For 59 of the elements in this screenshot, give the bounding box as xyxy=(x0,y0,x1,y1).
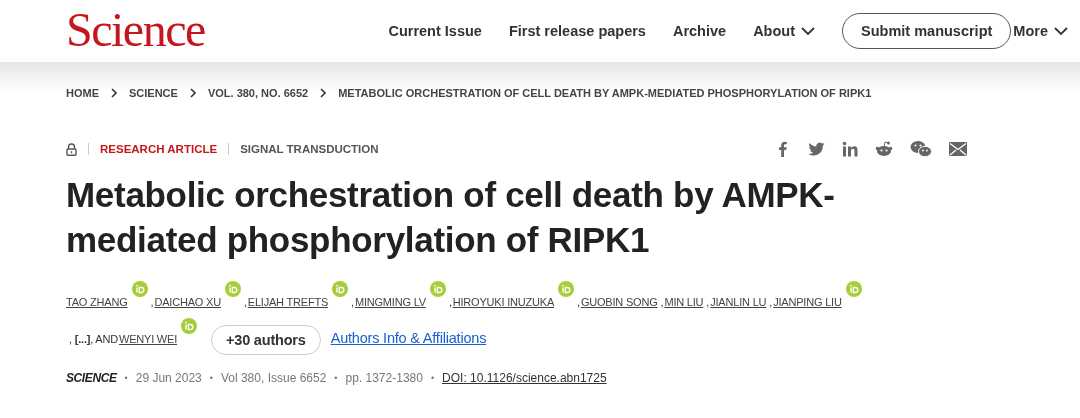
nav-link[interactable]: Archive xyxy=(672,23,727,39)
nav-link[interactable]: First release papers xyxy=(508,23,646,39)
article-type: RESEARCH ARTICLE xyxy=(100,143,218,155)
chevron-right-icon xyxy=(188,88,197,98)
author-link[interactable]: GUOBIN SONG xyxy=(580,296,658,308)
author-link[interactable]: JIANPING LIU xyxy=(773,296,842,308)
orcid-icon[interactable] xyxy=(181,318,198,334)
author-link[interactable]: ELIJAH TREFTS xyxy=(247,296,329,308)
more-authors-button[interactable]: +30 authors xyxy=(211,325,321,356)
meta-text: Vol 380, Issue 6652 xyxy=(220,371,327,385)
author-separator: , xyxy=(150,296,154,308)
orcid-icon[interactable] xyxy=(429,281,446,297)
science-logo[interactable]: Science xyxy=(66,1,205,57)
envelope-icon[interactable] xyxy=(949,142,967,156)
submit-manuscript-button[interactable]: Submit manuscript xyxy=(842,13,1012,49)
bullet-separator: • xyxy=(430,373,435,383)
author-separator: , xyxy=(660,296,664,308)
author-link[interactable]: JIANLIN LU xyxy=(710,296,767,308)
doi-link[interactable]: DOI: 10.1126/science.abn1725 xyxy=(442,371,607,385)
orcid-icon[interactable] xyxy=(332,281,349,297)
breadcrumb-link[interactable]: SCIENCE xyxy=(129,87,178,99)
chevron-right-icon xyxy=(110,88,118,98)
reddit-alien-icon[interactable] xyxy=(875,141,893,157)
journal-name: SCIENCE xyxy=(66,371,117,385)
affiliations-link[interactable]: Authors Info & Affiliations xyxy=(330,330,487,346)
author-link[interactable]: TAO ZHANG xyxy=(66,296,128,308)
author-separator: , xyxy=(243,296,247,308)
author-link[interactable]: WENYI WEI xyxy=(118,333,178,345)
author-link[interactable]: HIROYUKI INUZUKA xyxy=(452,296,555,308)
chat-bubbles-icon[interactable] xyxy=(910,140,932,158)
topic-label: SIGNAL TRANSDUCTION xyxy=(240,143,379,155)
nav-link[interactable]: About xyxy=(753,23,815,39)
more-menu[interactable]: More xyxy=(1013,23,1068,39)
meta-text: 29 Jun 2023 xyxy=(135,371,202,385)
orcid-icon[interactable] xyxy=(845,281,862,297)
orcid-icon[interactable] xyxy=(224,281,241,297)
author-separator: , xyxy=(448,296,452,308)
linkedin-icon[interactable] xyxy=(842,141,858,157)
bullet-separator: • xyxy=(124,373,128,383)
author-separator: , xyxy=(706,296,710,308)
author-link[interactable]: DAICHAO XU xyxy=(154,296,221,308)
author-separator: , xyxy=(351,296,354,308)
orcid-icon[interactable] xyxy=(131,281,148,297)
breadcrumb-link[interactable]: METABOLIC ORCHESTRATION OF CELL DEATH BY AMPK-MEDIATED PHOSPHORYLATION OF RIPK1 xyxy=(338,87,872,99)
orcid-icon[interactable] xyxy=(558,281,575,297)
meta-text: pp. 1372-1380 xyxy=(345,371,423,385)
author-link[interactable]: MIN LIU xyxy=(664,296,704,308)
twitter-bird-icon[interactable] xyxy=(808,141,825,157)
author-separator: , xyxy=(577,296,580,308)
nav-link[interactable]: Current Issue xyxy=(388,23,482,39)
author-link[interactable]: MINGMING LV xyxy=(354,296,426,308)
bullet-separator: • xyxy=(334,373,338,383)
article-title: Metabolic orchestration of cell death by AMPK-mediated phosphorylation of RIPK1 xyxy=(66,174,836,261)
author-separator: , [...], AND xyxy=(69,333,118,345)
chevron-right-icon xyxy=(319,88,328,98)
author-separator: , xyxy=(769,296,773,308)
breadcrumb-link[interactable]: VOL. 380, NO. 6652 xyxy=(207,87,309,99)
bullet-separator: • xyxy=(209,373,213,383)
breadcrumb-link[interactable]: HOME xyxy=(66,87,99,99)
